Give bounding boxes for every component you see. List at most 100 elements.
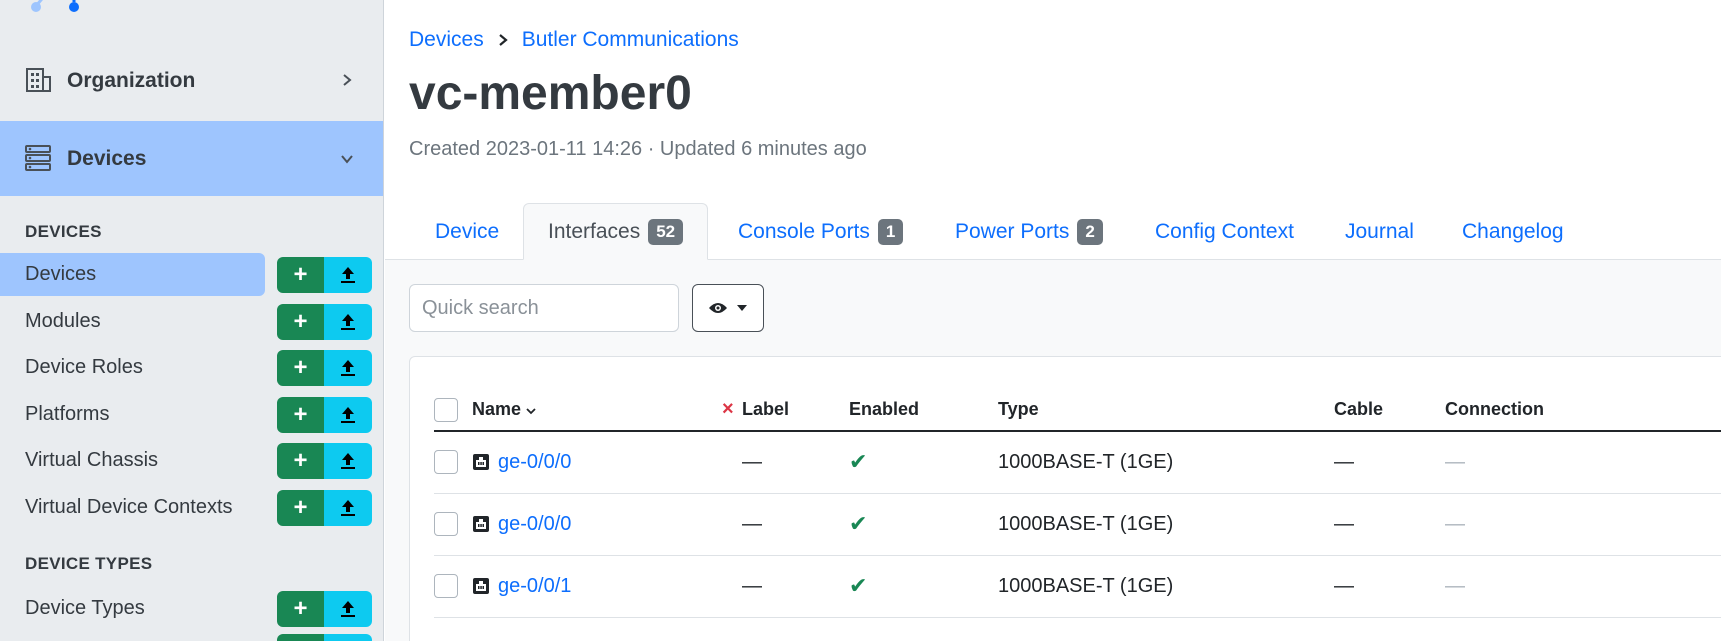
column-header-label[interactable]: Label: [742, 389, 849, 432]
add-device-type-button[interactable]: +: [277, 591, 324, 627]
column-header-type[interactable]: Type: [998, 389, 1334, 432]
upload-icon: [341, 314, 355, 330]
sidebar-item-modules[interactable]: Modules +: [0, 300, 383, 343]
import-devices-button[interactable]: [324, 257, 372, 293]
cell-cable: —: [1334, 431, 1445, 494]
table-row: ge-0/0/0 — ✔ 1000BASE-T (1GE) — —: [434, 431, 1721, 494]
import-virtual-chassis-button[interactable]: [324, 443, 372, 479]
eye-icon: [709, 303, 727, 313]
page-meta: Created 2023-01-11 14:26 · Updated 6 min…: [409, 138, 867, 160]
cell-type: 1000BASE-T (1GE): [998, 555, 1334, 618]
import-device-roles-button[interactable]: [324, 350, 372, 386]
sidebar-item-label: Platforms: [25, 403, 110, 425]
cell-type: 1000BASE-T (1GE): [998, 431, 1334, 494]
ethernet-port-icon: [473, 516, 489, 532]
select-all-checkbox[interactable]: [434, 397, 458, 422]
sidebar-item-label: Modules: [25, 310, 101, 332]
sidebar-item-device-roles[interactable]: Device Roles +: [0, 346, 383, 389]
nav-group-devices-label: Devices: [67, 147, 147, 170]
nav-group-organization-label: Organization: [67, 69, 196, 92]
add-device-role-button[interactable]: +: [277, 350, 324, 386]
column-header-connection[interactable]: Connection: [1445, 389, 1721, 432]
caret-down-icon: [737, 305, 747, 311]
add-device-button[interactable]: +: [277, 257, 324, 293]
cell-label: —: [742, 493, 849, 556]
interfaces-table-card: Name × Label Enabled Type Cable Connecti…: [409, 356, 1721, 641]
tab-config-context[interactable]: Config Context: [1155, 203, 1294, 260]
sidebar-item-devices[interactable]: Devices +: [0, 253, 383, 296]
sidebar-item-label: Virtual Device Contexts: [25, 496, 233, 518]
interface-link[interactable]: ge-0/0/0: [498, 513, 571, 536]
column-header-name[interactable]: Name: [472, 389, 722, 432]
add-button-partial[interactable]: [277, 634, 324, 641]
tab-interfaces[interactable]: Interfaces 52: [523, 203, 709, 260]
upload-icon: [341, 407, 355, 423]
breadcrumb: Devices Butler Communications: [409, 28, 739, 52]
sidebar-item-label: Virtual Chassis: [25, 449, 159, 471]
nav-group-devices[interactable]: Devices: [0, 121, 383, 196]
add-module-button[interactable]: +: [277, 304, 324, 340]
add-virtual-device-context-button[interactable]: +: [277, 490, 324, 526]
clear-sort-icon[interactable]: ×: [722, 398, 734, 420]
cell-cable: —: [1334, 555, 1445, 618]
sort-desc-icon: [526, 408, 536, 415]
tab-journal[interactable]: Journal: [1345, 203, 1414, 260]
tab-console-ports[interactable]: Console Ports 1: [738, 203, 904, 260]
console-ports-count-badge: 1: [877, 218, 904, 245]
upload-icon: [341, 360, 355, 376]
ethernet-port-icon: [473, 454, 489, 471]
enabled-check-icon: ✔: [849, 431, 998, 494]
upload-icon: [341, 601, 355, 617]
tab-power-ports[interactable]: Power Ports 2: [955, 203, 1103, 260]
row-checkbox[interactable]: [434, 450, 458, 475]
row-checkbox[interactable]: [434, 574, 458, 598]
sidebar-item-device-types[interactable]: Device Types +: [0, 587, 383, 630]
table-row: ge-0/0/0 — ✔ 1000BASE-T (1GE) — —: [434, 493, 1721, 556]
row-checkbox[interactable]: [434, 512, 458, 536]
interface-link[interactable]: ge-0/0/0: [498, 451, 571, 474]
section-heading-devices: DEVICES: [25, 222, 102, 241]
interfaces-count-badge: 52: [648, 218, 684, 245]
tab-changelog[interactable]: Changelog: [1462, 203, 1564, 260]
add-virtual-chassis-button[interactable]: +: [277, 443, 324, 479]
upload-icon: [341, 267, 355, 283]
cell-type: 1000BASE-T (1GE): [998, 493, 1334, 556]
sidebar: Organization Devices DEVICES Devices + M…: [0, 0, 384, 641]
quick-search-input[interactable]: [409, 284, 679, 332]
column-config-dropdown-button[interactable]: [692, 284, 764, 332]
cell-cable: —: [1334, 493, 1445, 556]
breadcrumb-site-link[interactable]: Butler Communications: [522, 28, 739, 52]
sidebar-item-platforms[interactable]: Platforms +: [0, 393, 383, 436]
import-button-partial[interactable]: [324, 634, 372, 641]
sidebar-item-label: Device Roles: [25, 356, 143, 378]
tab-device[interactable]: Device: [435, 203, 499, 260]
import-platforms-button[interactable]: [324, 397, 372, 433]
ethernet-port-icon: [473, 578, 489, 594]
main-content: Devices Butler Communications vc-member0…: [385, 0, 1721, 641]
logo-icon: [31, 0, 79, 12]
sidebar-item-virtual-chassis[interactable]: Virtual Chassis +: [0, 439, 383, 482]
breadcrumb-devices-link[interactable]: Devices: [409, 28, 484, 52]
column-header-cable[interactable]: Cable: [1334, 389, 1445, 432]
column-header-enabled[interactable]: Enabled: [849, 389, 998, 432]
cell-connection: —: [1445, 431, 1721, 494]
upload-icon: [341, 500, 355, 516]
interface-link[interactable]: ge-0/0/1: [498, 575, 571, 598]
power-ports-count-badge: 2: [1077, 218, 1103, 245]
cell-label: —: [742, 555, 849, 618]
import-device-types-button[interactable]: [324, 591, 372, 627]
sidebar-item-virtual-device-contexts[interactable]: Virtual Device Contexts +: [0, 486, 383, 529]
table-header-row: Name × Label Enabled Type Cable Connecti…: [434, 389, 1721, 432]
server-icon: [25, 145, 51, 171]
chevron-right-icon: [498, 34, 508, 46]
enabled-check-icon: ✔: [849, 493, 998, 556]
add-platform-button[interactable]: +: [277, 397, 324, 433]
import-modules-button[interactable]: [324, 304, 372, 340]
sidebar-item-label: Device Types: [25, 597, 145, 619]
import-virtual-device-contexts-button[interactable]: [324, 490, 372, 526]
interfaces-table: Name × Label Enabled Type Cable Connecti…: [434, 389, 1721, 618]
nav-group-organization[interactable]: Organization: [0, 58, 383, 102]
chevron-down-icon: [341, 155, 353, 164]
cell-connection: —: [1445, 555, 1721, 618]
tab-bar: Device Interfaces 52 Console Ports 1 Pow…: [385, 203, 1721, 260]
